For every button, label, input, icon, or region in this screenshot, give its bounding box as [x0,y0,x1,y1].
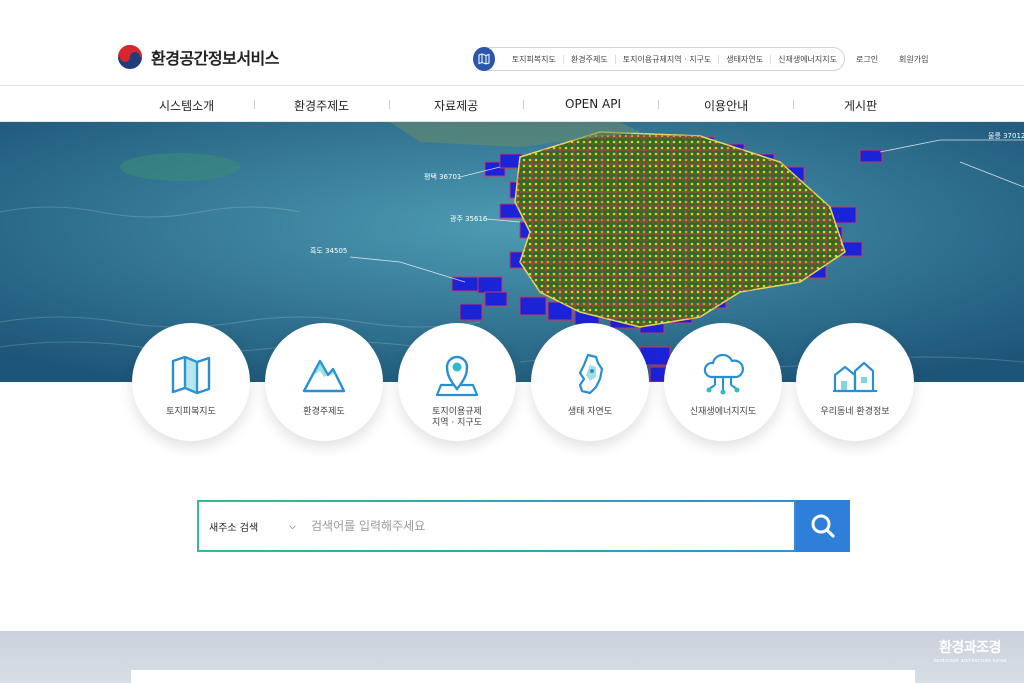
quick-link-env-theme[interactable]: 환경주제도 [564,54,616,64]
map-label-ulleung: 울릉 37012 [988,132,1024,140]
page: 환경공간정보서비스 토지피복지도 환경주제도 토지이용규제지역 · 지구도 생태… [0,0,1024,683]
mountain-icon [302,359,346,393]
quick-menu: 토지피복지도 환경주제도 토지이용규제지역 · 지구도 생태자연도 신재생에너지… [473,47,845,71]
service-land-cover-map[interactable]: 토지피복지도 [132,323,250,441]
service-label: 생태 자연도 [567,407,613,417]
houses-icon [833,361,877,393]
service-label: 신재생에너지지도 [689,407,757,417]
nav-item-system[interactable]: 시스템소개 [159,97,214,114]
quick-link-ecology[interactable]: 생태자연도 [719,54,772,64]
search-input[interactable] [299,502,794,550]
nav-divider [523,100,524,109]
search-box: 새주소 검색 ⌵ [197,500,796,552]
service-ecology-map[interactable]: 생태 자연도 [531,323,649,441]
search-type-value: 새주소 검색 [209,522,259,534]
korea-map-icon [578,353,604,395]
quick-link-renewable[interactable]: 신재생에너지지도 [771,55,844,64]
search-bar: 새주소 검색 ⌵ [197,500,850,552]
nav-divider [658,100,659,109]
quick-link-land-cover[interactable]: 토지피복지도 [505,54,564,64]
bottom-content-card [131,670,915,683]
site-title: 환경공간정보서비스 [151,49,279,68]
map-pin-icon [435,355,479,397]
service-renewable-energy-map[interactable]: 신재생에너지지도 [664,323,782,441]
search-icon [811,514,835,538]
header: 환경공간정보서비스 토지피복지도 환경주제도 토지이용규제지역 · 지구도 생태… [0,0,1024,86]
map-label-heukdo: 흑도 34505 [310,246,347,255]
service-env-theme-map[interactable]: 환경주제도 [265,323,383,441]
watermark-logo: 환경과조경 landscape architecture korea [920,637,1020,664]
site-logo[interactable]: 환경공간정보서비스 [118,45,279,69]
nav-item-open-api[interactable]: OPEN API [565,97,621,111]
login-link[interactable]: 로그인 [856,54,878,65]
service-local-env-info[interactable]: 우리동네 환경정보 [796,323,914,441]
search-button[interactable] [796,500,850,552]
main-nav: 시스템소개 환경주제도 자료제공 OPEN API 이용안내 게시판 [0,87,1024,122]
watermark-title: 환경과조경 [939,640,1001,656]
chevron-down-icon: ⌵ [289,522,296,532]
service-label: 환경주제도 [303,407,345,417]
signup-link[interactable]: 회원가입 [899,54,928,65]
quick-map-icon[interactable] [473,47,495,71]
cloud-network-icon [703,353,744,395]
service-land-use-zone-map[interactable]: 토지이용규제 지역 · 지구도 [398,323,516,441]
taegeuk-logo-icon [118,45,142,69]
map-label-gwangju: 광주 35616 [450,215,488,223]
nav-item-env-theme[interactable]: 환경주제도 [294,97,349,114]
map-label-pyeongtaek: 평택 36701 [424,172,461,181]
nav-divider [793,100,794,109]
nav-item-guide[interactable]: 이용안내 [704,97,748,114]
quick-links: 토지피복지도 환경주제도 토지이용규제지역 · 지구도 생태자연도 신재생에너지… [505,54,844,64]
nav-divider [254,100,255,109]
service-label: 토지이용규제 지역 · 지구도 [432,407,482,428]
nav-item-data[interactable]: 자료제공 [434,97,478,114]
service-label: 토지피복지도 [166,407,216,417]
folded-map-icon [171,355,211,395]
service-label: 우리동네 환경정보 [820,407,890,417]
search-type-select[interactable]: 새주소 검색 ⌵ [199,502,299,550]
nav-item-board[interactable]: 게시판 [844,97,877,114]
quick-link-land-use[interactable]: 토지이용규제지역 · 지구도 [616,54,720,64]
watermark-subtitle: landscape architecture korea [933,658,1007,664]
nav-divider [389,100,390,109]
